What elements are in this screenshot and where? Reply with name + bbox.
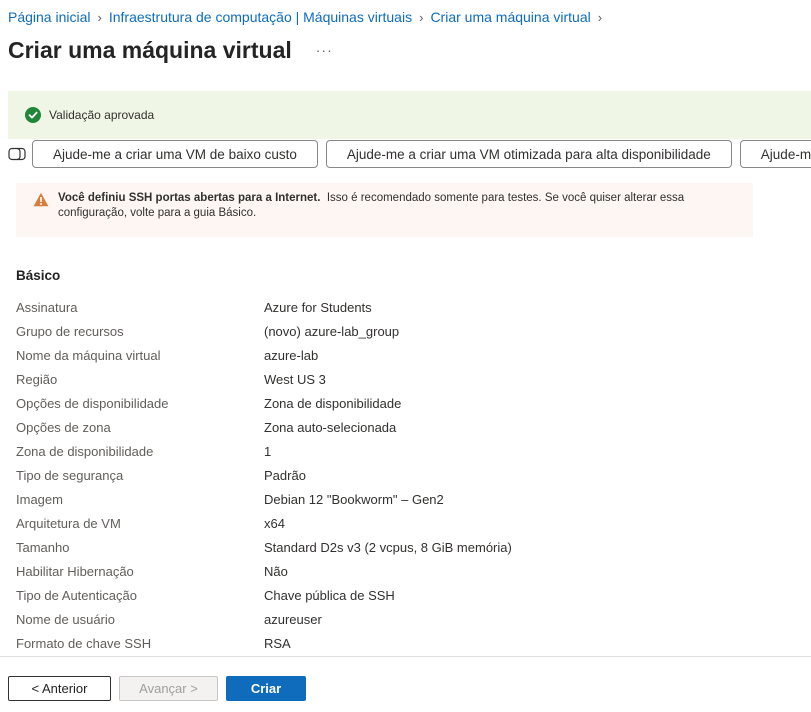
summary-row: Grupo de recursos (novo) azure-lab_group: [16, 319, 796, 343]
summary-value: Azure for Students: [264, 299, 372, 315]
summary-label: Assinatura: [16, 299, 78, 315]
summary-label: Tipo de segurança: [16, 467, 124, 483]
summary-label: Grupo de recursos: [16, 323, 124, 339]
summary-value: 1: [264, 443, 272, 459]
summary-value: Não: [264, 563, 288, 579]
chevron-right-icon: ›: [419, 9, 424, 25]
suggestion-low-cost-button[interactable]: Ajude-me a criar uma VM de baixo custo: [32, 140, 318, 168]
summary-row: Imagem Debian 12 "Bookworm" – Gen2: [16, 487, 796, 511]
more-options-icon[interactable]: ···: [316, 42, 333, 58]
summary-row: Tipo de Autenticação Chave pública de SSH: [16, 583, 796, 607]
breadcrumb-create-vm-link[interactable]: Criar uma máquina virtual: [430, 9, 590, 25]
wizard-footer: < Anterior Avançar > Criar: [8, 676, 314, 701]
summary-label: Imagem: [16, 491, 63, 507]
basics-summary: Assinatura Azure for Students Grupo de rec…: [16, 295, 796, 655]
warning-bold-text: Você definiu SSH portas abertas para a I…: [58, 192, 321, 204]
summary-value: Chave pública de SSH: [264, 587, 395, 603]
summary-label: Habilitar Hibernação: [16, 563, 134, 579]
validation-banner: Validação aprovada: [8, 91, 811, 139]
validation-text: Validação aprovada: [49, 108, 155, 122]
summary-value: azureuser: [264, 611, 322, 627]
summary-value: Debian 12 "Bookworm" – Gen2: [264, 491, 444, 507]
summary-label: Arquitetura de VM: [16, 515, 121, 531]
check-circle-icon: [25, 107, 41, 123]
summary-label: Opções de zona: [16, 419, 111, 435]
warning-triangle-icon: [33, 192, 49, 207]
ssh-warning-banner: Você definiu SSH portas abertas para a I…: [16, 183, 753, 237]
chevron-right-icon: ›: [597, 9, 603, 25]
summary-value: RSA: [264, 635, 291, 651]
summary-value: Standard D2s v3 (2 vcpus, 8 GiB memória): [264, 539, 512, 555]
summary-row: Nome de usuário azureuser: [16, 607, 796, 631]
page-title: Criar uma máquina virtual: [8, 36, 292, 63]
summary-value: Zona de disponibilidade: [264, 395, 402, 411]
suggestion-third-button[interactable]: Ajude-me a es: [739, 140, 811, 168]
breadcrumb-vms-link[interactable]: Infraestrutura de computação | Máquinas …: [109, 9, 412, 25]
title-row: Criar uma máquina virtual ···: [8, 34, 333, 66]
summary-row: Opções de zona Zona auto-selecionada: [16, 415, 796, 439]
summary-row: Assinatura Azure for Students: [16, 295, 796, 319]
footer-divider: [0, 656, 811, 657]
summary-label: Nome da máquina virtual: [16, 347, 161, 363]
next-button[interactable]: Avançar >: [119, 676, 218, 701]
warning-text: Você definiu SSH portas abertas para a I…: [58, 191, 743, 221]
summary-value: x64: [264, 515, 285, 531]
summary-value: Padrão: [264, 467, 306, 483]
basics-section-title: Básico: [16, 268, 61, 283]
summary-row: Formato de chave SSH RSA: [16, 631, 796, 655]
breadcrumb-home-link[interactable]: Página inicial: [8, 9, 91, 25]
summary-row: Arquitetura de VM x64: [16, 511, 796, 535]
summary-value: (novo) azure-lab_group: [264, 323, 400, 339]
summary-row: Região West US 3: [16, 367, 796, 391]
summary-row: Tamanho Standard D2s v3 (2 vcpus, 8 GiB m…: [16, 535, 796, 559]
summary-label: Formato de chave SSH: [16, 635, 152, 651]
summary-value: Zona auto-selecionada: [264, 419, 397, 435]
summary-label: Região: [16, 371, 58, 387]
suggestion-high-availability-button[interactable]: Ajude-me a criar uma VM otimizada para a…: [325, 140, 732, 168]
chevron-right-icon: ›: [97, 9, 102, 25]
breadcrumb: Página inicial › Infraestrutura de compu…: [8, 8, 609, 26]
summary-row: Nome da máquina virtual azure-lab: [16, 343, 796, 367]
copilot-suggestions: Ajude-me a criar uma VM de baixo custo A…: [8, 140, 811, 168]
summary-value: West US 3: [264, 371, 326, 387]
summary-label: Tamanho: [16, 539, 70, 555]
copilot-icon: [8, 147, 26, 161]
summary-row: Opções de disponibilidade Zona de disponi…: [16, 391, 796, 415]
previous-button[interactable]: < Anterior: [8, 676, 111, 701]
create-button[interactable]: Criar: [226, 676, 306, 701]
summary-value: azure-lab: [264, 347, 319, 363]
summary-label: Zona de disponibilidade: [16, 443, 154, 459]
summary-row: Habilitar Hibernação Não: [16, 559, 796, 583]
summary-row: Tipo de segurança Padrão: [16, 463, 796, 487]
summary-label: Nome de usuário: [16, 611, 115, 627]
summary-label: Tipo de Autenticação: [16, 587, 137, 603]
summary-label: Opções de disponibilidade: [16, 395, 169, 411]
summary-row: Zona de disponibilidade 1: [16, 439, 796, 463]
